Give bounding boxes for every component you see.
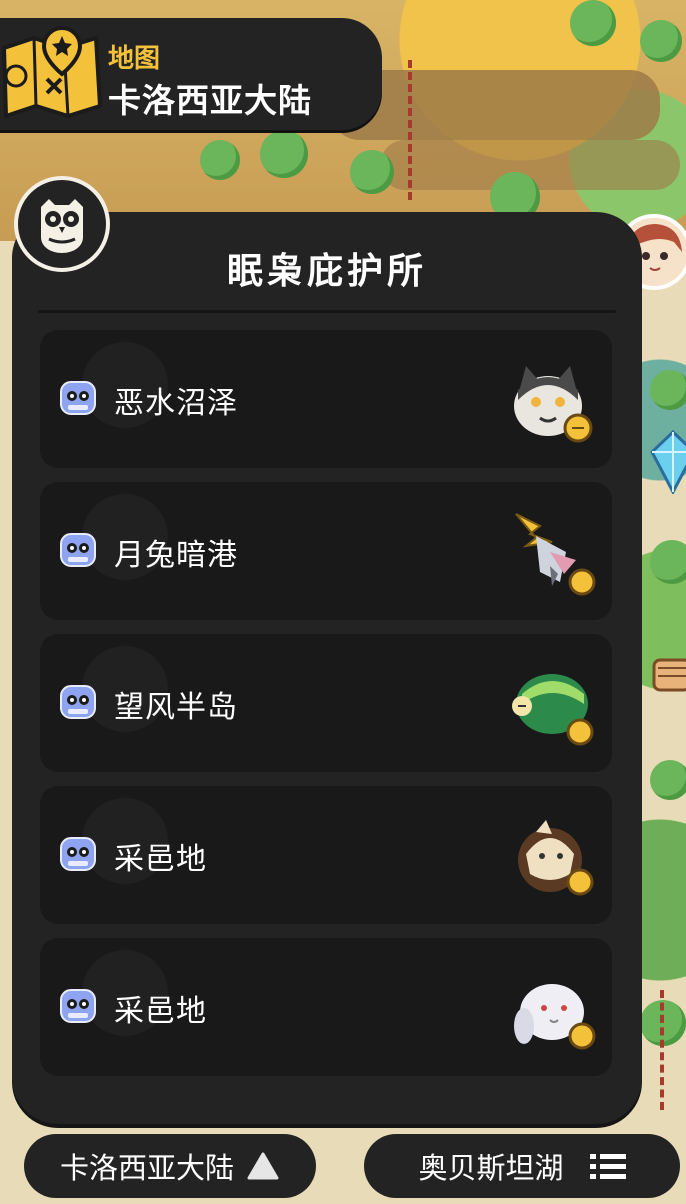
map-tree xyxy=(650,540,686,584)
white-bunny-pet-icon xyxy=(514,984,596,1050)
lake-button-label: 奥贝斯坦湖 xyxy=(418,1151,564,1185)
lake-list-button[interactable]: 奥贝斯坦湖 xyxy=(364,1134,680,1198)
map-trail xyxy=(660,990,664,1110)
owl-icon xyxy=(60,533,96,567)
list-item[interactable]: 采邑地 xyxy=(40,938,612,1076)
map-trail xyxy=(408,60,412,200)
map-tree xyxy=(350,150,394,194)
map-tree xyxy=(260,130,308,178)
list-item[interactable]: 望风半岛 xyxy=(40,634,612,772)
owl-icon xyxy=(60,989,96,1023)
map-header[interactable]: 地图 卡洛西亚大陆 xyxy=(0,18,382,130)
map-label: 地图 xyxy=(108,44,161,74)
horned-beast-pet-icon xyxy=(518,820,594,896)
map-tree xyxy=(650,760,686,800)
list-item[interactable]: 采邑地 xyxy=(40,786,612,924)
lightning-bird-pet-icon xyxy=(515,513,596,596)
location-label: 月兔暗港 xyxy=(114,538,238,573)
list-menu-icon xyxy=(589,1154,626,1179)
owl-icon xyxy=(60,837,96,871)
map-tree xyxy=(640,20,682,62)
continent-name: 卡洛西亚大陆 xyxy=(108,81,312,120)
owl-icon xyxy=(60,685,96,719)
panel-divider xyxy=(38,310,616,313)
gray-cat-pet-icon xyxy=(514,366,593,443)
location-label: 采邑地 xyxy=(114,994,207,1029)
panel-title: 眠枭庇护所 xyxy=(226,251,427,292)
owl-icon xyxy=(41,199,83,253)
list-item[interactable]: 月兔暗港 xyxy=(40,482,612,620)
cart-marker-icon[interactable] xyxy=(650,646,686,702)
owl-icon xyxy=(60,381,96,415)
region-select-button[interactable]: 卡洛西亚大陆 xyxy=(24,1134,316,1198)
map-tree xyxy=(650,370,686,410)
owl-badge xyxy=(14,176,110,272)
location-label: 望风半岛 xyxy=(114,690,238,725)
map-tree xyxy=(200,140,240,180)
sanctuary-list: 恶水沼泽 月兔暗港 望风半岛 采邑地 采邑地 xyxy=(40,330,612,1090)
region-button-label: 卡洛西亚大陆 xyxy=(59,1151,234,1185)
location-label: 恶水沼泽 xyxy=(114,386,238,421)
crystal-marker-icon[interactable] xyxy=(650,430,686,494)
location-label: 采邑地 xyxy=(114,842,207,877)
treasure-map-icon xyxy=(1,26,103,119)
sanctuary-panel: 眠枭庇护所 恶水沼泽 月兔暗港 望风半岛 采邑地 采邑地 xyxy=(12,212,642,1124)
map-tree xyxy=(570,0,616,46)
list-item[interactable]: 恶水沼泽 xyxy=(40,330,612,468)
triangle-up-icon xyxy=(247,1152,279,1180)
green-shell-pet-icon xyxy=(512,674,594,746)
